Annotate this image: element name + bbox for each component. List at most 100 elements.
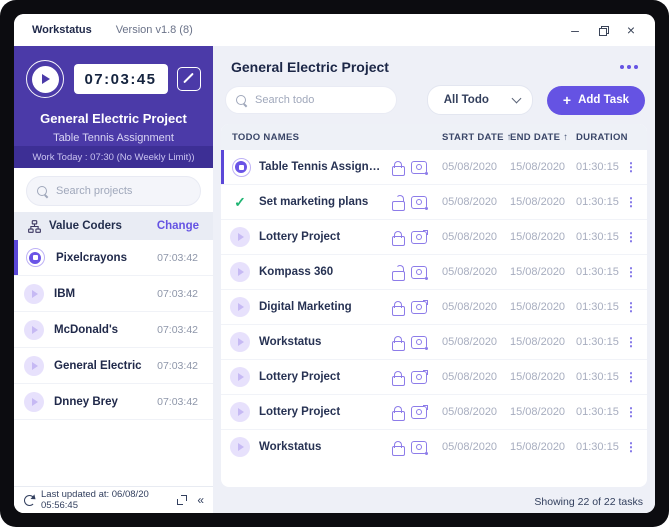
row-menu-icon[interactable]: ⋮ (621, 265, 641, 279)
edit-timer-icon[interactable] (177, 67, 201, 91)
row-menu-icon[interactable]: ⋮ (621, 440, 641, 454)
tasks-count-text: Showing 22 of 22 tasks (534, 496, 643, 508)
close-button[interactable]: × (617, 17, 645, 43)
task-play-icon[interactable]: ✓ (230, 437, 250, 457)
collapse-sidebar-icon[interactable]: « (197, 493, 203, 507)
maximize-button[interactable] (589, 17, 617, 43)
row-menu-icon[interactable]: ⋮ (621, 405, 641, 419)
duration: 01:30:15 (574, 406, 621, 418)
duration: 01:30:15 (574, 336, 621, 348)
todo-filter-value: All Todo (444, 94, 489, 106)
task-play-icon[interactable]: ✓ (230, 262, 250, 282)
change-organization-link[interactable]: Change (157, 220, 199, 232)
task-stop-icon[interactable]: ✓ (232, 158, 251, 177)
table-row[interactable]: ✓ Digital Marketing 05/08/2020 15/08/202… (221, 290, 647, 325)
expand-icon[interactable] (177, 495, 187, 505)
start-date: 05/08/2020 (430, 371, 509, 383)
search-icon (37, 186, 47, 196)
task-play-icon[interactable]: ✓ (230, 332, 250, 352)
start-date: 05/08/2020 (430, 406, 509, 418)
screenshot-icon[interactable] (411, 196, 427, 209)
table-row[interactable]: ✓ Set marketing plans 05/08/2020 15/08/2… (221, 185, 647, 220)
task-name: Lottery Project (250, 371, 388, 383)
todo-filter-dropdown[interactable]: All Todo (427, 85, 533, 115)
unlock-icon[interactable] (392, 201, 405, 211)
project-row[interactable]: ✓ General Electric 07:03:42 (14, 348, 213, 384)
table-row[interactable]: ✓ Lottery Project 05/08/2020 15/08/2020 … (221, 395, 647, 430)
play-button[interactable] (26, 60, 64, 98)
column-start-date[interactable]: START DATE↑ (430, 132, 509, 143)
table-row[interactable]: ✓ Kompass 360 05/08/2020 15/08/2020 01:3… (221, 255, 647, 290)
lock-icon[interactable] (392, 236, 405, 246)
project-play-icon[interactable]: ✓ (24, 284, 44, 304)
task-play-icon[interactable]: ✓ (230, 367, 250, 387)
screenshot-icon[interactable] (411, 371, 427, 384)
column-duration: DURATION (574, 132, 621, 143)
organization-icon (28, 220, 41, 233)
project-row[interactable]: ✓ Dnney Brey 07:03:42 (14, 384, 213, 420)
project-play-icon[interactable]: ✓ (24, 356, 44, 376)
task-play-icon[interactable]: ✓ (230, 402, 250, 422)
task-play-icon[interactable]: ✓ (230, 297, 250, 317)
row-menu-icon[interactable]: ⋮ (621, 300, 641, 314)
desktop-background: Workstatus Version v1.8 (8) – × 07:03:45… (0, 0, 669, 527)
table-row[interactable]: ✓ Table Tennis Assignment 05/08/2020 15/… (221, 150, 647, 185)
project-search-input[interactable] (54, 184, 190, 198)
project-row[interactable]: ✓ McDonald's 07:03:42 (14, 312, 213, 348)
project-name: IBM (54, 288, 157, 300)
screenshot-icon[interactable] (411, 231, 427, 244)
main-panel: General Electric Project All Todo + Add … (213, 46, 655, 513)
screenshot-icon[interactable] (411, 301, 427, 314)
project-stop-icon[interactable]: ✓ (26, 248, 45, 267)
page-title: General Electric Project (231, 59, 627, 75)
row-menu-icon[interactable]: ⋮ (621, 335, 641, 349)
unlock-icon[interactable] (392, 271, 405, 281)
end-date: 15/08/2020 (509, 196, 574, 208)
timer-display: 07:03:45 (74, 64, 168, 94)
lock-icon[interactable] (392, 376, 405, 386)
screenshot-icon[interactable] (411, 266, 427, 279)
add-task-button[interactable]: + Add Task (547, 86, 645, 115)
project-play-icon[interactable]: ✓ (24, 320, 44, 340)
more-options-icon[interactable] (627, 65, 631, 69)
duration: 01:30:15 (574, 161, 621, 173)
lock-icon[interactable] (392, 411, 405, 421)
row-menu-icon[interactable]: ⋮ (621, 160, 641, 174)
project-row[interactable]: ✓ Pixelcrayons 07:03:42 (14, 240, 213, 276)
table-row[interactable]: ✓ Lottery Project 05/08/2020 15/08/2020 … (221, 360, 647, 395)
todo-search-input[interactable] (253, 93, 386, 107)
lock-icon[interactable] (392, 341, 405, 351)
project-name: Dnney Brey (54, 396, 157, 408)
end-date: 15/08/2020 (509, 371, 574, 383)
row-menu-icon[interactable]: ⋮ (621, 195, 641, 209)
organization-row: Value Coders Change (14, 212, 213, 240)
screenshot-icon[interactable] (411, 406, 427, 419)
table-row[interactable]: ✓ Workstatus 05/08/2020 15/08/2020 01:30… (221, 325, 647, 360)
todo-table: TODO NAMES START DATE↑ END DATE↑ DURATIO… (221, 124, 647, 487)
lock-icon[interactable] (392, 166, 405, 176)
duration: 01:30:15 (574, 231, 621, 243)
project-play-icon[interactable]: ✓ (24, 392, 44, 412)
table-row[interactable]: ✓ Workstatus 05/08/2020 15/08/2020 01:30… (221, 430, 647, 464)
row-menu-icon[interactable]: ⋮ (621, 230, 641, 244)
minimize-button[interactable]: – (561, 17, 589, 43)
project-search[interactable] (26, 176, 201, 206)
search-icon (236, 95, 246, 105)
screenshot-icon[interactable] (411, 441, 427, 454)
task-name: Digital Marketing (250, 301, 388, 313)
start-date: 05/08/2020 (430, 161, 509, 173)
column-end-date[interactable]: END DATE↑ (509, 132, 574, 143)
task-play-icon[interactable]: ✓ (230, 227, 250, 247)
lock-icon[interactable] (392, 306, 405, 316)
tracker-panel: 07:03:45 General Electric Project Table … (14, 46, 213, 146)
lock-icon[interactable] (392, 446, 405, 456)
table-header: TODO NAMES START DATE↑ END DATE↑ DURATIO… (221, 124, 647, 150)
refresh-icon[interactable] (24, 495, 35, 506)
project-row[interactable]: ✓ IBM 07:03:42 (14, 276, 213, 312)
table-row[interactable]: ✓ Lottery Project 05/08/2020 15/08/2020 … (221, 220, 647, 255)
todo-search[interactable] (225, 86, 397, 114)
screenshot-icon[interactable] (411, 161, 427, 174)
row-menu-icon[interactable]: ⋮ (621, 370, 641, 384)
end-date: 15/08/2020 (509, 161, 574, 173)
screenshot-icon[interactable] (411, 336, 427, 349)
